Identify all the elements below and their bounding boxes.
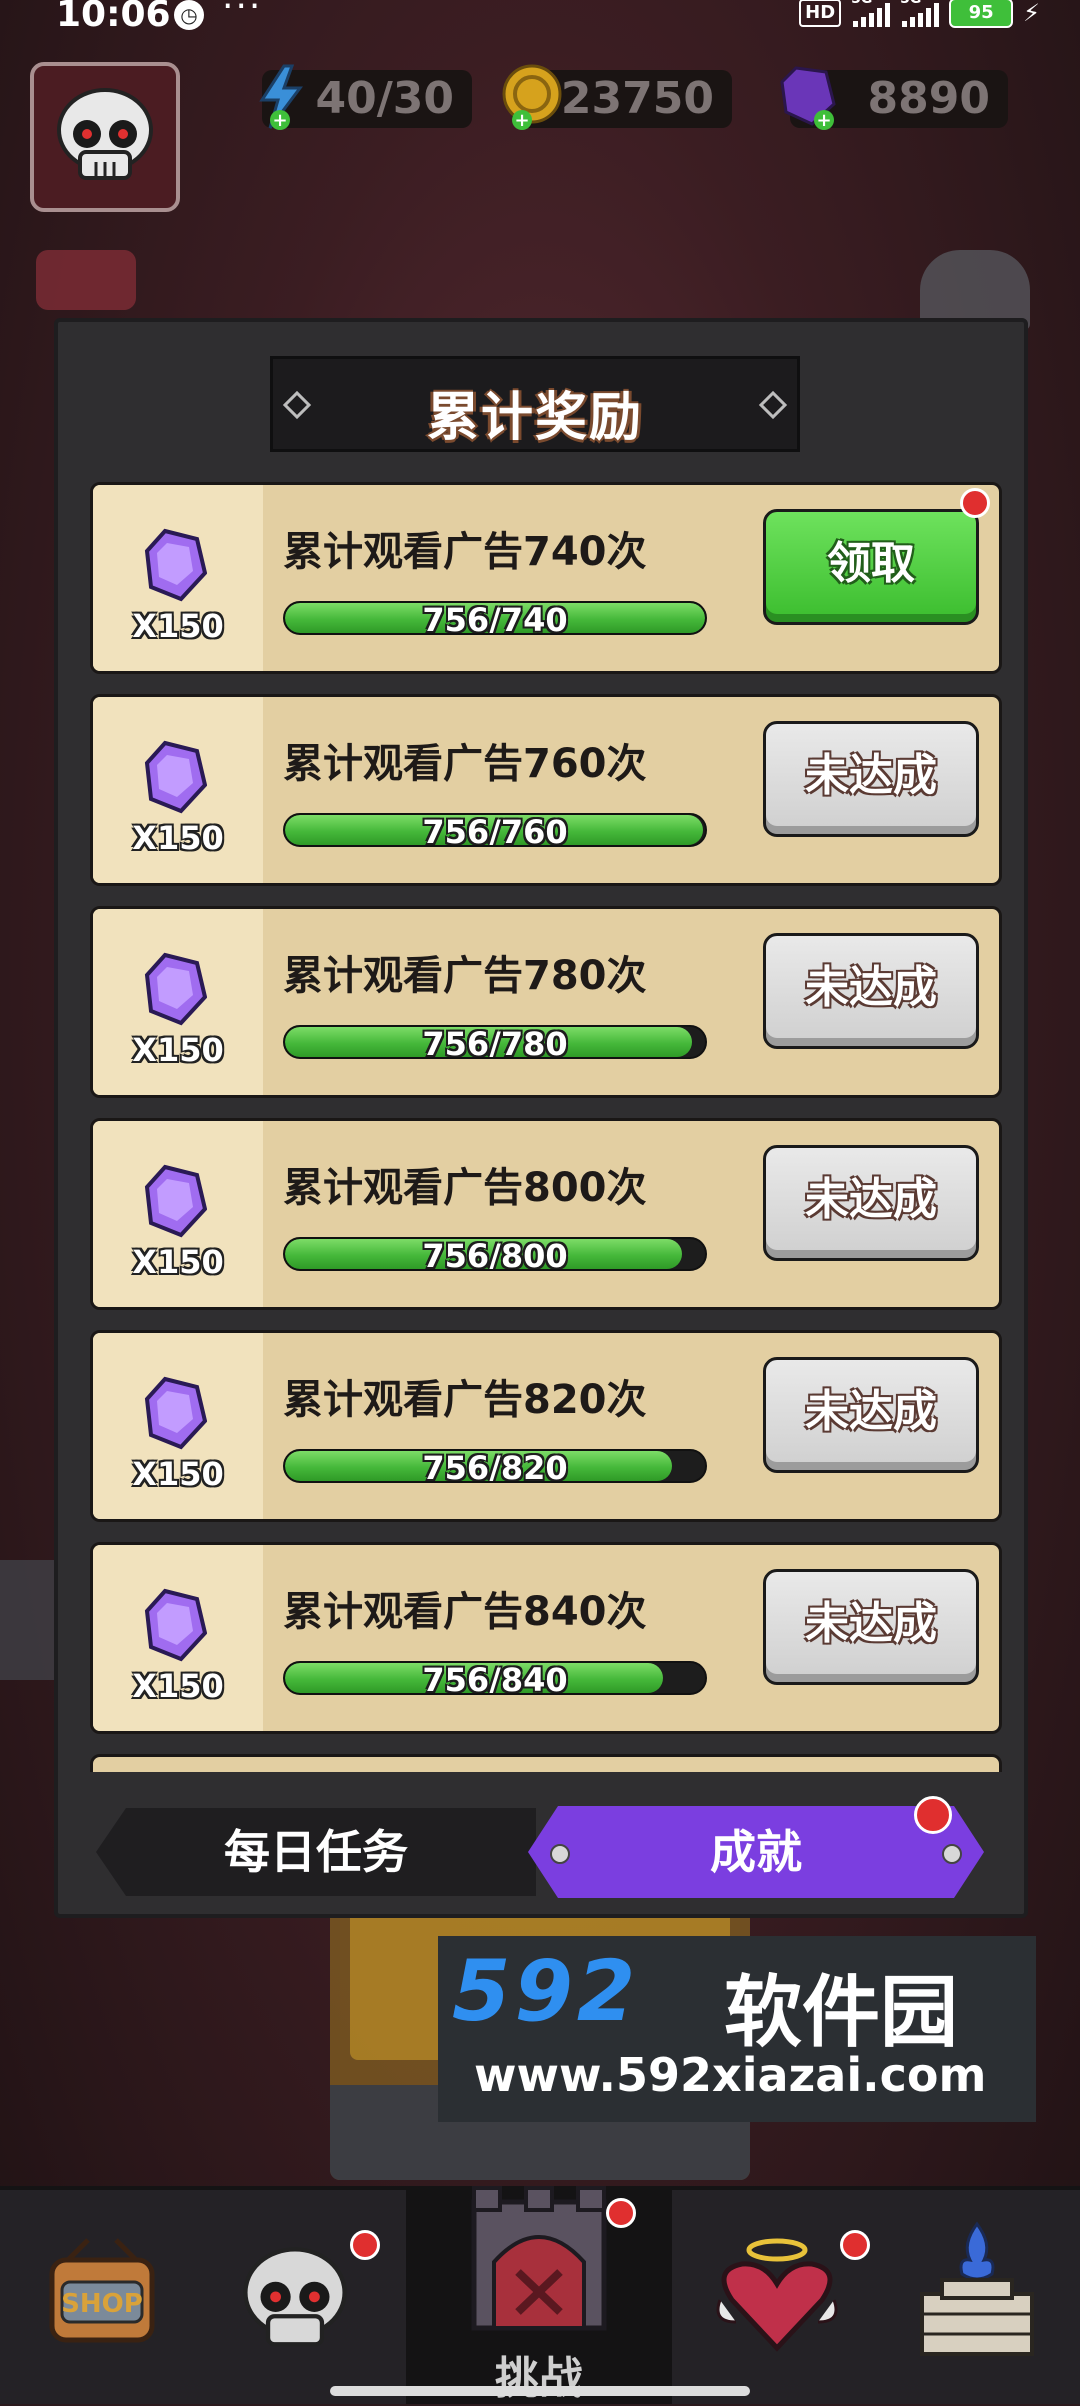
background-element <box>36 250 136 310</box>
dialog-title-plate: 累计奖励 <box>270 356 800 452</box>
notification-badge <box>914 1796 952 1834</box>
not-achieved-button[interactable]: 未达成 <box>763 721 979 837</box>
watermark-logo: 592 软件园 www.592xiazai.com <box>438 1936 1036 2122</box>
heart-icon <box>716 2238 838 2352</box>
progress-bar: 756/780 <box>283 1025 707 1059</box>
battery-icon: 95 <box>949 0 1014 28</box>
gem-icon <box>144 1164 207 1238</box>
not-achieved-button[interactable]: 未达成 <box>763 1569 979 1685</box>
reward-quantity: X150 <box>132 1031 224 1069</box>
task-label: 累计观看广告840次 <box>283 1589 647 1635</box>
reward-icon-panel: X150 <box>93 1333 263 1519</box>
castle-icon <box>471 2186 607 2331</box>
reward-card: X150 累计观看广告760次 756/760 未达成 <box>90 694 1002 886</box>
reward-card-partial <box>90 1754 1002 1772</box>
reward-icon-panel: X150 <box>93 1121 263 1307</box>
progress-bar: 756/820 <box>283 1449 707 1483</box>
alarm-icon: ◷ <box>174 0 204 30</box>
nav-altar[interactable] <box>862 2190 1080 2404</box>
svg-text:+: + <box>816 110 831 131</box>
reward-quantity: X150 <box>132 819 224 857</box>
shop-icon: SHOP <box>49 2238 155 2343</box>
progress-text: 756/740 <box>422 601 568 635</box>
nav-character[interactable] <box>216 2190 406 2404</box>
dialog-title: 累计奖励 <box>426 388 643 448</box>
nav-challenge[interactable]: 挑战 <box>406 2186 672 2404</box>
gem-icon <box>144 952 207 1026</box>
svg-text:+: + <box>514 110 529 131</box>
charging-icon: ⚡ <box>1023 0 1040 27</box>
task-label: 累计观看广告760次 <box>283 741 647 787</box>
gem-icon <box>144 1588 207 1662</box>
nav-blessing[interactable] <box>672 2190 870 2404</box>
bottom-navigation: SHOP 挑战 <box>0 2186 1080 2404</box>
progress-text: 756/760 <box>422 813 568 847</box>
svg-text:+: + <box>272 110 287 131</box>
reward-card: X150 累计观看广告840次 756/840 未达成 <box>90 1542 1002 1734</box>
reward-quantity: X150 <box>132 1667 224 1705</box>
more-notifications-icon: ··· <box>222 0 263 27</box>
task-label: 累计观看广告800次 <box>283 1165 647 1211</box>
progress-text: 756/800 <box>422 1237 568 1271</box>
not-achieved-button[interactable]: 未达成 <box>763 1357 979 1473</box>
progress-bar: 756/840 <box>283 1661 707 1695</box>
progress-text: 756/820 <box>422 1449 568 1483</box>
watermark-url: www.592xiazai.com <box>474 2048 987 2102</box>
task-label: 累计观看广告820次 <box>283 1377 647 1423</box>
skull-icon <box>243 2247 347 2347</box>
reward-quantity: X150 <box>132 1243 224 1281</box>
claim-button[interactable]: 领取 <box>763 509 979 625</box>
not-achieved-button[interactable]: 未达成 <box>763 1145 979 1261</box>
nav-shop[interactable]: SHOP <box>0 2190 216 2404</box>
svg-text:SHOP: SHOP <box>61 2289 143 2319</box>
clock: 10:06 <box>56 0 171 35</box>
reward-list[interactable]: X150 累计观看广告740次 756/740 领取 X150 累计观看广告76… <box>90 482 1004 1772</box>
gem-icon[interactable]: + <box>776 62 840 132</box>
signal-icon: 5G <box>900 0 940 27</box>
tab-achievements-label: 成就 <box>710 1825 802 1879</box>
background-element <box>0 1560 60 1680</box>
not-achieved-button[interactable]: 未达成 <box>763 933 979 1049</box>
watermark-number: 592 <box>452 1942 640 2040</box>
skull-icon <box>57 88 153 180</box>
progress-bar: 756/740 <box>283 601 707 635</box>
altar-icon <box>920 2221 1034 2356</box>
gem-icon <box>144 1376 207 1450</box>
gem-icon <box>144 740 207 814</box>
player-avatar[interactable] <box>30 62 180 212</box>
dot-ornament-icon <box>942 1844 962 1864</box>
reward-icon-panel: X150 <box>93 909 263 1095</box>
hd-icon: HD <box>799 0 842 27</box>
reward-quantity: X150 <box>132 1455 224 1493</box>
home-indicator[interactable] <box>330 2386 750 2396</box>
nav-challenge-label: 挑战 <box>495 2353 583 2404</box>
watermark-name: 软件园 <box>724 1968 959 2058</box>
progress-text: 756/840 <box>422 1661 568 1695</box>
progress-bar: 756/760 <box>283 813 707 847</box>
dot-ornament-icon <box>550 1844 570 1864</box>
notification-badge <box>350 2230 380 2260</box>
reward-quantity: X150 <box>132 607 224 645</box>
progress-bar: 756/800 <box>283 1237 707 1271</box>
status-bar: 10:06 ◷ ··· HD 5G 5G 95 ⚡ <box>0 0 1080 35</box>
notification-badge <box>960 488 990 518</box>
reward-card: X150 累计观看广告740次 756/740 领取 <box>90 482 1002 674</box>
reward-icon-panel: X150 <box>93 697 263 883</box>
notification-badge <box>606 2198 636 2228</box>
coin-icon[interactable]: + <box>498 62 566 132</box>
reward-card: X150 累计观看广告780次 756/780 未达成 <box>90 906 1002 1098</box>
task-label: 累计观看广告780次 <box>283 953 647 999</box>
gem-icon <box>144 528 207 602</box>
progress-text: 756/780 <box>422 1025 568 1059</box>
reward-card: X150 累计观看广告820次 756/820 未达成 <box>90 1330 1002 1522</box>
reward-card: X150 累计观看广告800次 756/800 未达成 <box>90 1118 1002 1310</box>
reward-icon-panel: X150 <box>93 485 263 671</box>
energy-icon[interactable]: + <box>250 62 314 132</box>
task-label: 累计观看广告740次 <box>283 529 647 575</box>
signal-icon: 5G <box>851 0 891 27</box>
reward-icon-panel: X150 <box>93 1545 263 1731</box>
tab-daily-tasks[interactable]: 每日任务 <box>96 1808 536 1896</box>
